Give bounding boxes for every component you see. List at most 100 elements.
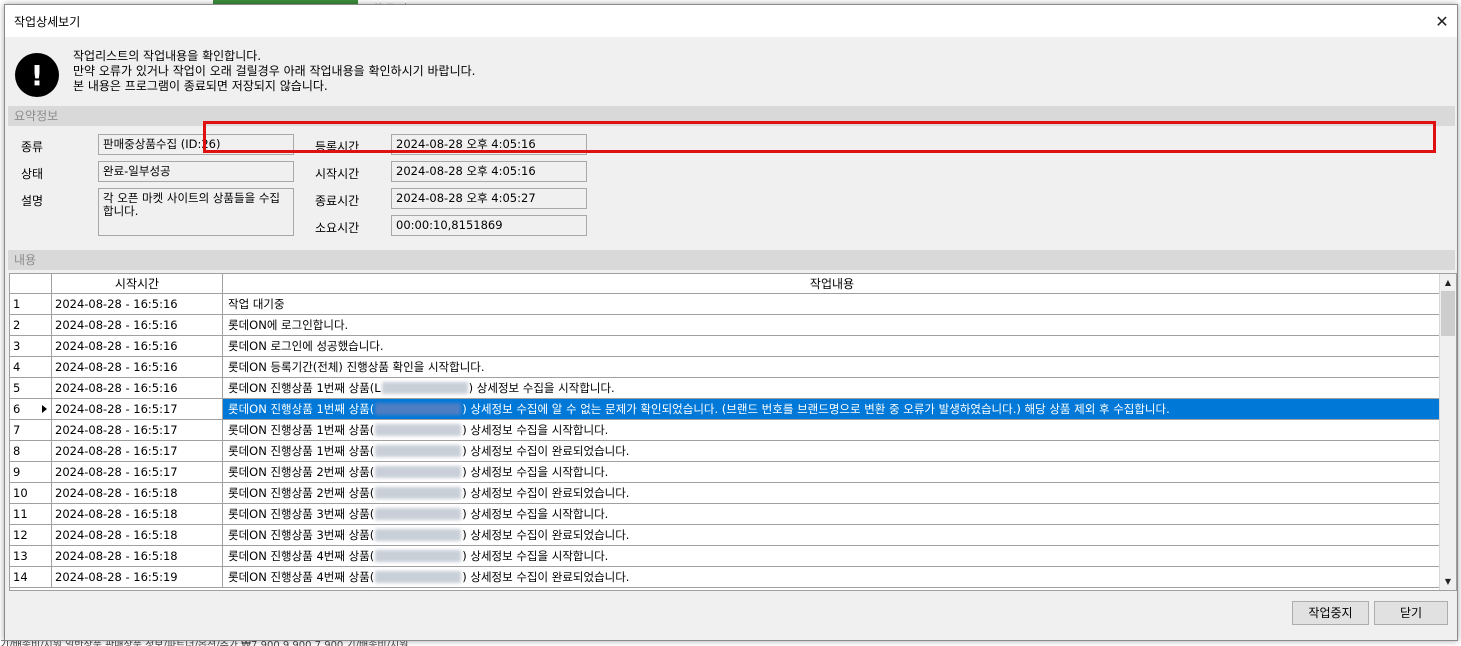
redacted-product-code — [375, 550, 462, 562]
description-label: 설명 — [21, 194, 44, 208]
row-content-text: 롯데ON 진행상품 2번째 상품( — [228, 486, 375, 500]
content-section-header: 내용 — [8, 250, 1455, 270]
table-row[interactable]: 7 2024-08-28 - 16:5:17 롯데ON 진행상품 1번째 상품() … — [10, 420, 1441, 441]
vertical-scrollbar[interactable]: ▲ ▼ — [1439, 274, 1456, 590]
row-content-text: 롯데ON 진행상품 2번째 상품( — [228, 465, 375, 479]
row-start-time: 2024-08-28 - 16:5:17 — [52, 441, 223, 461]
row-content-text: 롯데ON 진행상품 1번째 상품(L — [228, 381, 381, 395]
table-row[interactable]: 4 2024-08-28 - 16:5:16 롯데ON 등록기간(전체) 진행상품 … — [10, 357, 1441, 378]
table-row[interactable]: 8 2024-08-28 - 16:5:17 롯데ON 진행상품 1번째 상품( ) … — [10, 441, 1441, 462]
close-icon[interactable]: ✕ — [1427, 5, 1457, 37]
redacted-product-code — [375, 571, 462, 583]
table-row[interactable]: 9 2024-08-28 - 16:5:17 롯데ON 진행상품 2번째 상품() … — [10, 462, 1441, 483]
table-row[interactable]: 2 2024-08-28 - 16:5:16 롯데ON에 로그인합니다. — [10, 315, 1441, 336]
row-content-text: ) 상세정보 수집을 시작합니다. — [462, 507, 609, 521]
row-start-time: 2024-08-28 - 16:5:17 — [52, 420, 223, 440]
stop-job-button[interactable]: 작업중지 — [1292, 601, 1369, 625]
table-row[interactable]: 3 2024-08-28 - 16:5:16 롯데ON 로그인에 성공했습니다. — [10, 336, 1441, 357]
row-job-content: 작업 대기중 — [223, 294, 1441, 314]
row-content-text: 롯데ON 진행상품 1번째 상품( — [228, 444, 375, 458]
redacted-product-code — [381, 382, 468, 394]
row-start-time: 2024-08-28 - 16:5:16 — [52, 378, 223, 398]
table-row[interactable]: 12 2024-08-28 - 16:5:18 롯데ON 진행상품 3번째 상품()… — [10, 525, 1441, 546]
table-row[interactable]: 1 2024-08-28 - 16:5:16 작업 대기중 — [10, 294, 1441, 315]
close-button[interactable]: 닫기 — [1374, 601, 1448, 625]
redacted-product-code — [375, 424, 462, 436]
log-grid[interactable]: 시작시간 작업내용 1 2024-08-28 - 16:5:16 작업 대기중 2 20… — [9, 273, 1457, 591]
row-start-time: 2024-08-28 - 16:5:16 — [52, 294, 223, 314]
row-job-content: 롯데ON 진행상품 2번째 상품() 상세정보 수집을 시작합니다. — [223, 462, 1441, 482]
row-content-text: 롯데ON 진행상품 3번째 상품( — [228, 528, 375, 542]
row-content-text: 작업 대기중 — [228, 297, 285, 311]
row-content-text: 롯데ON 진행상품 1번째 상품( — [228, 402, 375, 416]
table-row[interactable]: 5 2024-08-28 - 16:5:16 롯데ON 진행상품 1번째 상품(L)… — [10, 378, 1441, 399]
scroll-down-icon[interactable]: ▼ — [1440, 573, 1456, 590]
row-job-content: 롯데ON 진행상품 3번째 상품( ) 상세정보 수집을 시작합니다. — [223, 504, 1441, 524]
scroll-thumb[interactable] — [1441, 291, 1455, 336]
row-start-time: 2024-08-28 - 16:5:18 — [52, 483, 223, 503]
type-label: 종류 — [21, 140, 44, 154]
table-row[interactable]: 6 2024-08-28 - 16:5:17 롯데ON 진행상품 1번째 상품() … — [10, 399, 1441, 420]
info-area: ! 작업리스트의 작업내용을 확인합니다. 만약 오류가 있거나 작업이 오래 … — [5, 37, 1457, 105]
info-line: 작업리스트의 작업내용을 확인합니다. — [73, 49, 262, 63]
highlight-box — [203, 121, 1436, 153]
redacted-product-code — [375, 403, 462, 415]
row-number: 10 — [10, 483, 52, 503]
row-job-content: 롯데ON 진행상품 1번째 상품() 상세정보 수집에 알 수 없는 문제가 확… — [223, 399, 1441, 419]
info-line: 본 내용은 프로그램이 종료되면 저장되지 않습니다. — [73, 79, 328, 93]
redacted-product-code — [375, 508, 462, 520]
row-job-content: 롯데ON 진행상품 3번째 상품( ) 상세정보 수집이 완료되었습니다. — [223, 525, 1441, 545]
row-start-time: 2024-08-28 - 16:5:17 — [52, 462, 223, 482]
row-number: 3 — [10, 336, 52, 356]
row-number: 1 — [10, 294, 52, 314]
end-time-field[interactable]: 2024-08-28 오후 4:05:27 — [391, 188, 587, 209]
job-detail-dialog: 작업상세보기 ✕ ! 작업리스트의 작업내용을 확인합니다. 만약 오류가 있거… — [4, 4, 1458, 641]
row-job-content: 롯데ON 진행상품 1번째 상품(L ) 상세정보 수집을 시작합니다. — [223, 378, 1441, 398]
row-content-text: ) 상세정보 수집이 완료되었습니다. — [462, 444, 630, 458]
row-content-text: 롯데ON 등록기간(전체) 진행상품 확인을 시작합니다. — [228, 360, 485, 374]
scroll-up-icon[interactable]: ▲ — [1440, 274, 1456, 291]
row-start-time: 2024-08-28 - 16:5:19 — [52, 567, 223, 587]
status-field[interactable]: 완료-일부성공 — [98, 161, 294, 182]
column-header-job-content[interactable]: 작업내용 — [223, 274, 1441, 294]
row-number: 4 — [10, 357, 52, 377]
row-number: 9 — [10, 462, 52, 482]
row-start-time: 2024-08-28 - 16:5:18 — [52, 504, 223, 524]
row-content-text: ) 상세정보 수집이 완료되었습니다. — [462, 570, 630, 584]
row-header-corner — [10, 274, 52, 294]
redacted-product-code — [375, 487, 462, 499]
redacted-product-code — [375, 445, 462, 457]
row-number: 11 — [10, 504, 52, 524]
row-job-content: 롯데ON 진행상품 4번째 상품( ) 상세정보 수집이 완료되었습니다. — [223, 567, 1441, 587]
row-content-text: ) 상세정보 수집을 시작합니다. — [462, 549, 609, 563]
row-job-content: 롯데ON에 로그인합니다. — [223, 315, 1441, 335]
row-job-content: 롯데ON 로그인에 성공했습니다. — [223, 336, 1441, 356]
row-content-text: 롯데ON 진행상품 4번째 상품( — [228, 570, 375, 584]
row-content-text: ) 상세정보 수집을 시작합니다. — [468, 381, 615, 395]
redacted-product-code — [375, 466, 462, 478]
row-content-text: 롯데ON 로그인에 성공했습니다. — [228, 339, 384, 353]
table-row[interactable]: 14 2024-08-28 - 16:5:19 롯데ON 진행상품 4번째 상품()… — [10, 567, 1441, 588]
grid-header: 시작시간 작업내용 — [10, 274, 1441, 294]
row-number: 8 — [10, 441, 52, 461]
row-start-time: 2024-08-28 - 16:5:18 — [52, 525, 223, 545]
column-header-start-time[interactable]: 시작시간 — [52, 274, 223, 294]
row-number: 14 — [10, 567, 52, 587]
description-field[interactable]: 각 오픈 마켓 사이트의 상품들을 수집합니다. — [98, 188, 294, 236]
start-time-field[interactable]: 2024-08-28 오후 4:05:16 — [391, 161, 587, 182]
exclamation-icon: ! — [15, 53, 59, 97]
table-row[interactable]: 13 2024-08-28 - 16:5:18 롯데ON 진행상품 4번째 상품()… — [10, 546, 1441, 567]
end-time-label: 종료시간 — [315, 194, 360, 208]
redacted-product-code — [375, 529, 462, 541]
row-content-text: ) 상세정보 수집이 완료되었습니다. — [462, 486, 630, 500]
row-number: 12 — [10, 525, 52, 545]
table-row[interactable]: 10 2024-08-28 - 16:5:18 롯데ON 진행상품 2번째 상품()… — [10, 483, 1441, 504]
row-content-text: ) 상세정보 수집이 완료되었습니다. — [462, 528, 630, 542]
dialog-title: 작업상세보기 — [14, 15, 81, 29]
row-content-text: 롯데ON 진행상품 1번째 상품( — [228, 423, 375, 437]
status-label: 상태 — [21, 167, 44, 181]
row-start-time: 2024-08-28 - 16:5:18 — [52, 546, 223, 566]
row-content-text: 롯데ON 진행상품 3번째 상품( — [228, 507, 375, 521]
elapsed-time-field[interactable]: 00:00:10,8151869 — [391, 215, 587, 236]
table-row[interactable]: 11 2024-08-28 - 16:5:18 롯데ON 진행상품 3번째 상품()… — [10, 504, 1441, 525]
